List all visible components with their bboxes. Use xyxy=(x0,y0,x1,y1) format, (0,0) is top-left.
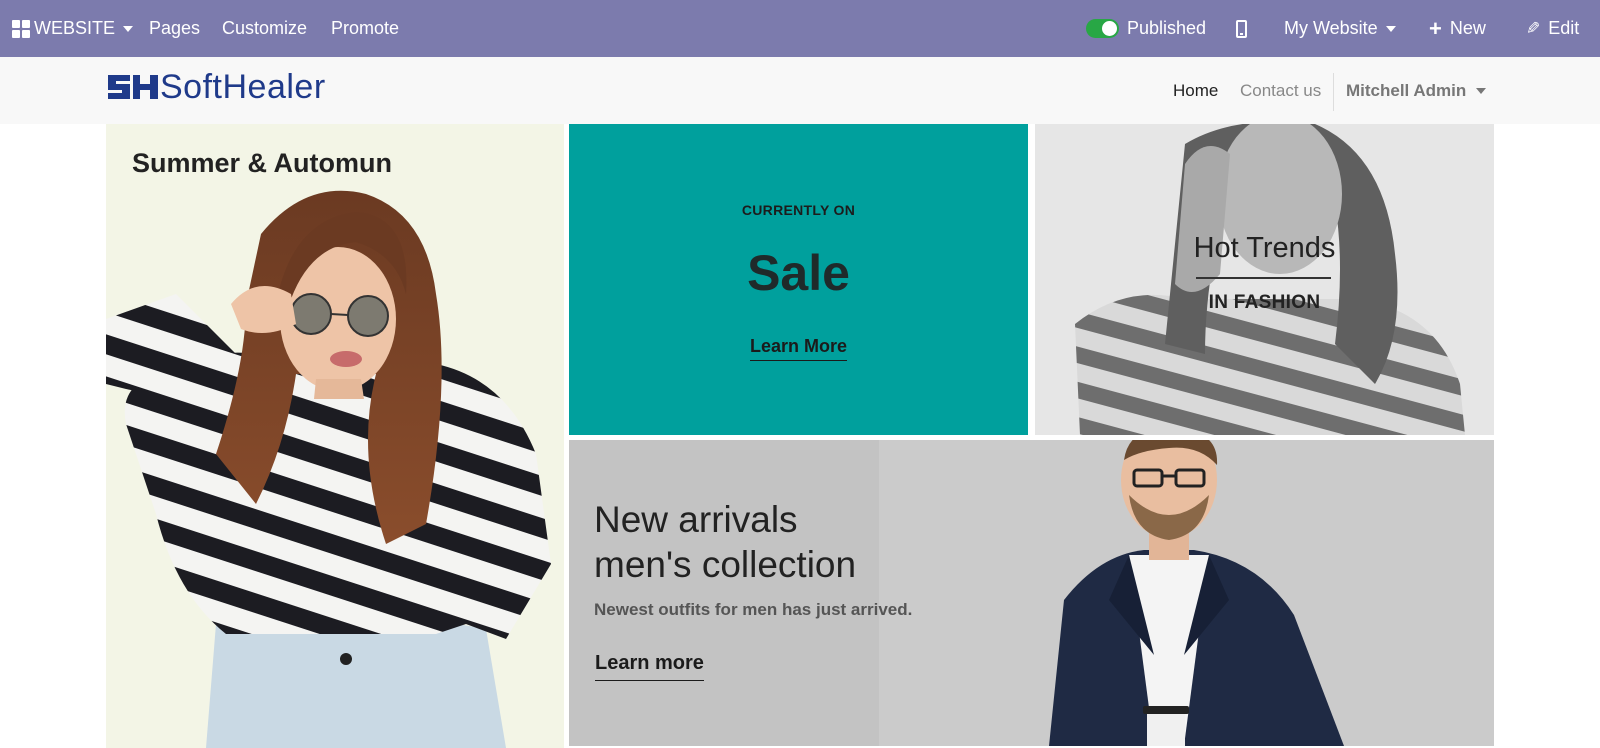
men-collection-title: New arrivals men's collection xyxy=(594,497,856,587)
nav-divider xyxy=(1333,73,1334,111)
softhealer-logo-mark-icon xyxy=(108,75,158,99)
new-button[interactable]: + New xyxy=(1429,0,1486,57)
summer-title: Summer & Automun xyxy=(132,148,393,178)
mobile-preview-button[interactable] xyxy=(1236,0,1247,57)
sale-title: Sale xyxy=(747,245,850,301)
men-collection-subtitle: Newest outfits for men has just arrived. xyxy=(594,600,913,619)
men-title-line-2: men's collection xyxy=(594,544,857,585)
summer-collection-card[interactable]: Summer & Automun xyxy=(106,124,564,748)
sale-kicker: CURRENTLY ON xyxy=(741,202,856,218)
website-app-label: WEBSITE xyxy=(34,18,116,38)
menu-pages[interactable]: Pages xyxy=(149,0,200,57)
site-header: SoftHealer Home Contact us Mitchell Admi… xyxy=(0,57,1600,124)
woman-grayscale-image xyxy=(1035,124,1494,435)
menu-promote[interactable]: Promote xyxy=(331,0,399,57)
published-toggle[interactable]: Published xyxy=(1086,0,1206,57)
chevron-down-icon xyxy=(1385,25,1396,32)
sale-card[interactable]: CURRENTLY ON Sale Learn More xyxy=(569,124,1028,435)
website-selector-label: My Website xyxy=(1284,18,1378,38)
logo-wordmark: SoftHealer xyxy=(160,67,326,106)
men-collection-card[interactable]: New arrivals men's collection Newest out… xyxy=(569,440,1494,746)
edit-label: Edit xyxy=(1548,18,1580,38)
user-name: Mitchell Admin xyxy=(1346,80,1467,100)
user-menu[interactable]: Mitchell Admin xyxy=(1346,57,1487,124)
sale-learn-more-wrapper: Learn More xyxy=(569,336,1028,361)
apps-grid-icon xyxy=(12,19,30,38)
site-logo[interactable]: SoftHealer xyxy=(106,67,326,106)
hot-trends-divider xyxy=(1196,277,1331,279)
woman-striped-shirt-image xyxy=(106,190,551,748)
website-selector[interactable]: My Website xyxy=(1284,0,1396,57)
nav-home[interactable]: Home xyxy=(1173,57,1218,124)
chevron-down-icon xyxy=(123,25,134,32)
mobile-phone-icon xyxy=(1236,19,1247,38)
men-learn-more-wrapper: Learn more xyxy=(595,652,704,681)
new-label: New xyxy=(1449,18,1486,38)
hot-trends-card[interactable]: Hot Trends IN FASHION xyxy=(1035,124,1494,435)
nav-contact-us[interactable]: Contact us xyxy=(1240,57,1321,124)
published-label: Published xyxy=(1127,18,1207,38)
hot-trends-title: Hot Trends xyxy=(1193,232,1336,264)
pencil-icon: ✎ xyxy=(1526,18,1541,38)
plus-icon: + xyxy=(1429,15,1442,41)
men-learn-more-link[interactable]: Learn more xyxy=(595,652,704,681)
admin-bar: WEBSITE Pages Customize Promote Publishe… xyxy=(0,0,1600,57)
hot-trends-subtitle: IN FASHION xyxy=(1208,292,1321,313)
toggle-switch-icon xyxy=(1086,19,1119,38)
sale-learn-more-link[interactable]: Learn More xyxy=(749,336,848,361)
edit-button[interactable]: ✎ Edit xyxy=(1526,0,1579,57)
chevron-down-icon xyxy=(1476,87,1487,94)
website-app-menu[interactable]: WEBSITE xyxy=(12,0,134,57)
men-title-line-1: New arrivals xyxy=(594,499,798,540)
menu-customize[interactable]: Customize xyxy=(222,0,307,57)
man-in-suit-image xyxy=(879,440,1494,746)
